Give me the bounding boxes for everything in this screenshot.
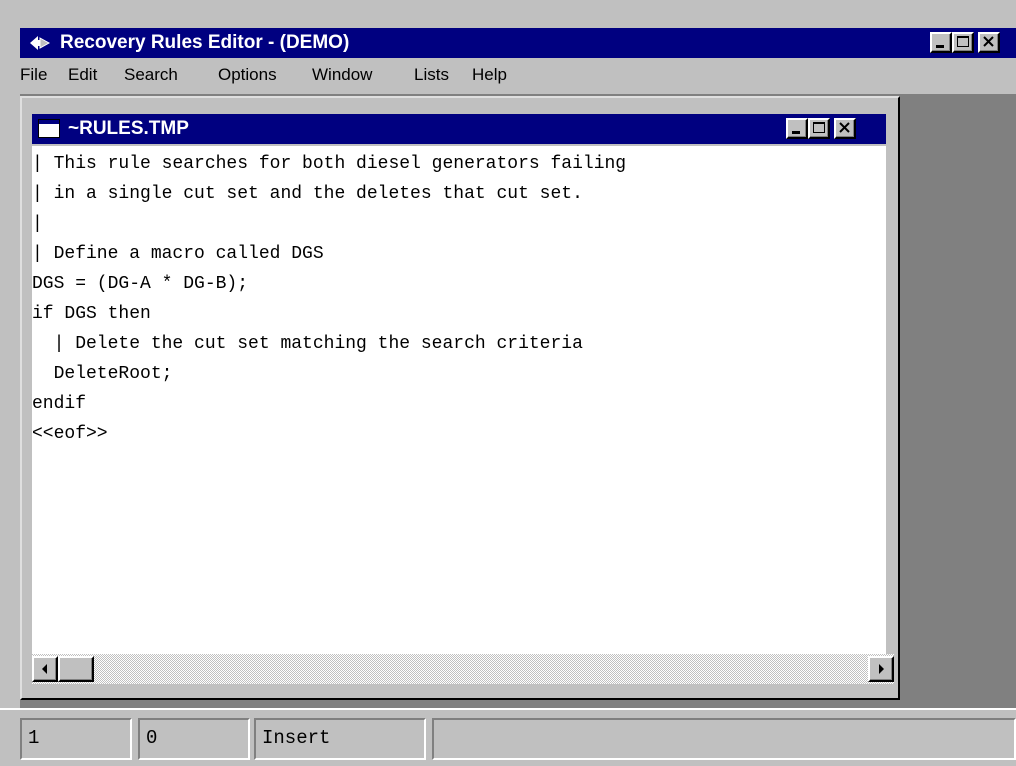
code-line: DeleteRoot; xyxy=(32,364,173,384)
document-titlebar[interactable]: ~RULES.TMP xyxy=(32,114,886,144)
left-arrow-icon xyxy=(42,664,47,674)
code-line: | Define a macro called DGS xyxy=(32,244,324,264)
scroll-right-button[interactable] xyxy=(868,656,894,682)
menu-help[interactable]: Help xyxy=(472,64,507,86)
code-line: | This rule searches for both diesel gen… xyxy=(32,154,627,174)
document-maximize-button[interactable] xyxy=(808,118,830,139)
scroll-left-button[interactable] xyxy=(32,656,58,682)
menu-options[interactable]: Options xyxy=(218,64,277,86)
status-message xyxy=(432,718,1016,760)
status-edit-mode: Insert xyxy=(254,718,426,760)
menu-edit[interactable]: Edit xyxy=(68,64,97,86)
menu-window[interactable]: Window xyxy=(312,64,372,86)
code-line: if DGS then xyxy=(32,304,151,324)
document-title: ~RULES.TMP xyxy=(68,118,189,139)
close-button[interactable] xyxy=(978,32,1000,53)
document-close-button[interactable] xyxy=(834,118,856,139)
document-window-icon[interactable] xyxy=(38,119,60,138)
recovery-app-icon[interactable] xyxy=(30,35,51,51)
code-line: <<eof>> xyxy=(32,424,108,444)
application-window: Recovery Rules Editor - (DEMO) File Edit… xyxy=(0,0,1016,766)
scroll-thumb[interactable] xyxy=(58,656,94,682)
code-line: | in a single cut set and the deletes th… xyxy=(32,184,583,204)
menu-bar: File Edit Search Options Window Lists He… xyxy=(20,60,1016,90)
menu-file[interactable]: File xyxy=(20,64,47,86)
code-line: endif xyxy=(32,394,87,414)
document-minimize-button[interactable] xyxy=(786,118,808,139)
code-line: DGS = (DG-A * DG-B); xyxy=(32,274,249,294)
code-editor[interactable]: | This rule searches for both diesel gen… xyxy=(32,146,886,654)
right-arrow-icon xyxy=(879,664,884,674)
app-titlebar[interactable]: Recovery Rules Editor - (DEMO) xyxy=(20,28,1016,58)
menu-lists[interactable]: Lists xyxy=(414,64,449,86)
maximize-button[interactable] xyxy=(952,32,974,53)
status-bar: 1 0 Insert xyxy=(0,708,1016,766)
code-line: | Delete the cut set matching the search… xyxy=(32,334,583,354)
code-line: | xyxy=(32,214,43,234)
horizontal-scrollbar[interactable] xyxy=(32,654,894,684)
app-title: Recovery Rules Editor - (DEMO) xyxy=(60,32,350,53)
status-column-number: 0 xyxy=(138,718,250,760)
minimize-button[interactable] xyxy=(930,32,952,53)
menu-search[interactable]: Search xyxy=(124,64,178,86)
status-line-number: 1 xyxy=(20,718,132,760)
